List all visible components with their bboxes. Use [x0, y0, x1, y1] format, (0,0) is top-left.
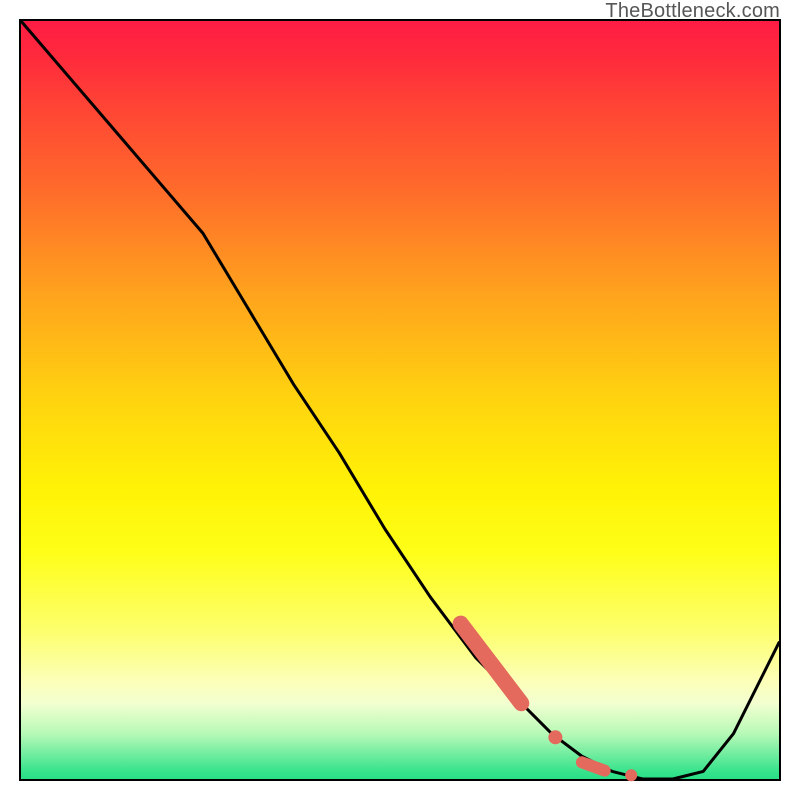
axis-bottom [19, 779, 781, 781]
axis-right [779, 19, 781, 781]
axis-left [19, 19, 21, 781]
chart-frame: TheBottleneck.com [0, 0, 800, 800]
watermark-text: TheBottleneck.com [605, 0, 780, 23]
plot-background-gradient [21, 21, 779, 779]
